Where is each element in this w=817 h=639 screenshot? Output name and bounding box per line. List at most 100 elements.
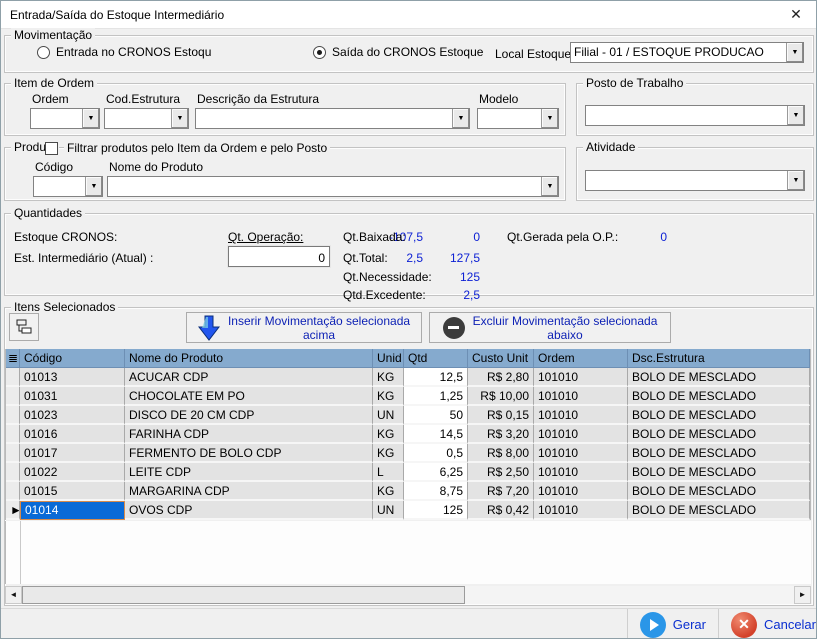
excluir-movimentacao-button[interactable]: Excluir Movimentação selecionadaabaixo: [429, 312, 671, 343]
table-row[interactable]: 01031 CHOCOLATE EM PO KG 1,25 R$ 10,00 1…: [6, 387, 810, 406]
est-intermediario-label: Est. Intermediário (Atual) :: [14, 251, 153, 265]
table-header-row: ≣ Código Nome do Produto Unid Qtd Custo …: [6, 349, 810, 368]
col-ordem[interactable]: Ordem: [534, 349, 628, 368]
scroll-left-icon[interactable]: ◄: [5, 586, 22, 604]
group-posto-trabalho: Posto de Trabalho ▼: [576, 83, 814, 136]
local-estoque-label: Local Estoque:: [495, 47, 574, 61]
group-movimentacao: Movimentação Entrada no CRONOS Estoqu Sa…: [4, 35, 814, 73]
produto-nome-combo[interactable]: ▼: [107, 176, 559, 197]
ordem-combo[interactable]: ▼: [30, 108, 100, 129]
chevron-down-icon[interactable]: ▼: [541, 109, 558, 128]
radio-saida[interactable]: Saída do CRONOS Estoque: [313, 45, 483, 59]
window-title: Entrada/Saída do Estoque Intermediário: [1, 8, 224, 22]
dialog-window: Entrada/Saída do Estoque Intermediário ✕…: [0, 0, 817, 639]
table-row[interactable]: 01013 ACUCAR CDP KG 12,5 R$ 2,80 101010 …: [6, 368, 810, 387]
footer-bar: Gerar ✕ Cancelar: [1, 608, 817, 639]
produto-codigo-label: Código: [35, 160, 73, 174]
posto-trabalho-combo[interactable]: ▼: [585, 105, 805, 126]
table-row[interactable]: 01022 LEITE CDP L 6,25 R$ 2,50 101010 BO…: [6, 463, 810, 482]
group-atividade-label: Atividade: [583, 140, 638, 154]
produto-nome-label: Nome do Produto: [109, 160, 203, 174]
scrollbar-thumb[interactable]: [22, 586, 465, 604]
estoque-cronos-label: Estoque CRONOS:: [14, 230, 117, 244]
group-itens-selecionados-label: Itens Selecionados: [11, 300, 118, 314]
group-atividade: Atividade ▼: [576, 147, 814, 201]
inserir-movimentacao-button[interactable]: Inserir Movimentação selecionadaacima: [186, 312, 422, 343]
atividade-combo[interactable]: ▼: [585, 170, 805, 191]
group-quantidades: Quantidades Estoque CRONOS: -107,5 Est. …: [4, 213, 814, 296]
group-posto-trabalho-label: Posto de Trabalho: [583, 76, 686, 90]
col-unid[interactable]: Unid: [373, 349, 404, 368]
chevron-down-icon[interactable]: ▼: [786, 43, 803, 62]
qt-total-value: 127,5: [405, 251, 480, 265]
produto-codigo-combo[interactable]: ▼: [33, 176, 103, 197]
group-produto: Produto Filtrar produtos pelo Item da Or…: [4, 147, 566, 201]
qt-baixada-label: Qt.Baixada:: [343, 230, 406, 244]
modelo-label: Modelo: [479, 92, 518, 106]
table-row-selected[interactable]: ► 01014 OVOS CDP UN 125 R$ 0,42 101010 B…: [6, 501, 810, 520]
qtd-excedente-value: 2,5: [405, 288, 480, 302]
qt-gerada-label: Qt.Gerada pela O.P.:: [507, 230, 618, 244]
chevron-down-icon[interactable]: ▼: [541, 177, 558, 196]
col-qtd[interactable]: Qtd: [404, 349, 468, 368]
filtro-checkbox-label: Filtrar produtos pelo Item da Ordem e pe…: [64, 141, 330, 155]
blue-down-arrow-icon: [198, 315, 220, 341]
group-movimentacao-label: Movimentação: [11, 28, 95, 42]
qtd-cell[interactable]: 8,75: [404, 482, 468, 501]
col-codigo[interactable]: Código: [20, 349, 125, 368]
radio-entrada[interactable]: Entrada no CRONOS Estoqu: [37, 45, 211, 59]
qtd-cell[interactable]: 1,25: [404, 387, 468, 406]
play-circle-icon: [640, 612, 666, 638]
qt-gerada-value: 0: [605, 230, 667, 244]
cancelar-label: Cancelar: [764, 617, 816, 632]
close-icon[interactable]: ✕: [776, 6, 816, 23]
gerar-button[interactable]: Gerar: [628, 609, 718, 639]
cod-estrutura-combo[interactable]: ▼: [104, 108, 189, 129]
qtd-cell[interactable]: 6,25: [404, 463, 468, 482]
filtro-checkbox[interactable]: [45, 142, 58, 155]
group-item-de-ordem: Item de Ordem Ordem ▼ Cod.Estrutura ▼ De…: [4, 83, 566, 136]
excluir-movimentacao-label: Excluir Movimentação selecionadaabaixo: [473, 314, 658, 342]
col-nome[interactable]: Nome do Produto: [125, 349, 373, 368]
qtd-cell[interactable]: 125: [404, 501, 468, 520]
descricao-estrutura-label: Descrição da Estrutura: [197, 92, 319, 106]
radio-saida-icon: [313, 46, 326, 59]
local-estoque-combo[interactable]: Filial - 01 / ESTOQUE PRODUCAO ▼: [570, 42, 804, 63]
chevron-down-icon[interactable]: ▼: [787, 106, 804, 125]
gerar-label: Gerar: [673, 617, 706, 632]
radio-entrada-label: Entrada no CRONOS Estoqu: [56, 45, 211, 59]
local-estoque-value: Filial - 01 / ESTOQUE PRODUCAO: [571, 43, 786, 62]
table-row[interactable]: 01023 DISCO DE 20 CM CDP UN 50 R$ 0,15 1…: [6, 406, 810, 425]
table-row[interactable]: 01016 FARINHA CDP KG 14,5 R$ 3,20 101010…: [6, 425, 810, 444]
modelo-combo[interactable]: ▼: [477, 108, 559, 129]
horizontal-scrollbar[interactable]: ◄ ►: [5, 586, 811, 604]
table-row[interactable]: 01015 MARGARINA CDP KG 8,75 R$ 7,20 1010…: [6, 482, 810, 501]
qt-total-label: Qt.Total:: [343, 251, 388, 265]
col-custo[interactable]: Custo Unit: [468, 349, 534, 368]
tree-view-button[interactable]: [9, 313, 39, 341]
chevron-down-icon[interactable]: ▼: [82, 109, 99, 128]
col-dsc[interactable]: Dsc.Estrutura: [628, 349, 810, 368]
qtd-cell[interactable]: 0,5: [404, 444, 468, 463]
title-bar: Entrada/Saída do Estoque Intermediário ✕: [1, 1, 816, 29]
items-table: ≣ Código Nome do Produto Unid Qtd Custo …: [5, 349, 811, 520]
descricao-estrutura-combo[interactable]: ▼: [195, 108, 470, 129]
qtd-cell[interactable]: 12,5: [404, 368, 468, 387]
chevron-down-icon[interactable]: ▼: [171, 109, 188, 128]
scrollbar-track[interactable]: [465, 586, 794, 604]
qt-operacao-input[interactable]: [228, 246, 330, 267]
row-selector-header-icon: ≣: [6, 349, 20, 368]
chevron-down-icon[interactable]: ▼: [452, 109, 469, 128]
chevron-down-icon[interactable]: ▼: [85, 177, 102, 196]
inserir-movimentacao-label: Inserir Movimentação selecionadaacima: [228, 314, 410, 342]
cancelar-button[interactable]: ✕ Cancelar: [719, 609, 817, 639]
selected-cell[interactable]: 01014: [20, 501, 125, 520]
radio-entrada-icon: [37, 46, 50, 59]
qtd-cell[interactable]: 50: [404, 406, 468, 425]
scroll-right-icon[interactable]: ►: [794, 586, 811, 604]
group-quantidades-label: Quantidades: [11, 206, 85, 220]
table-empty-area: [5, 521, 811, 584]
qtd-cell[interactable]: 14,5: [404, 425, 468, 444]
table-row[interactable]: 01017 FERMENTO DE BOLO CDP KG 0,5 R$ 8,0…: [6, 444, 810, 463]
chevron-down-icon[interactable]: ▼: [787, 171, 804, 190]
